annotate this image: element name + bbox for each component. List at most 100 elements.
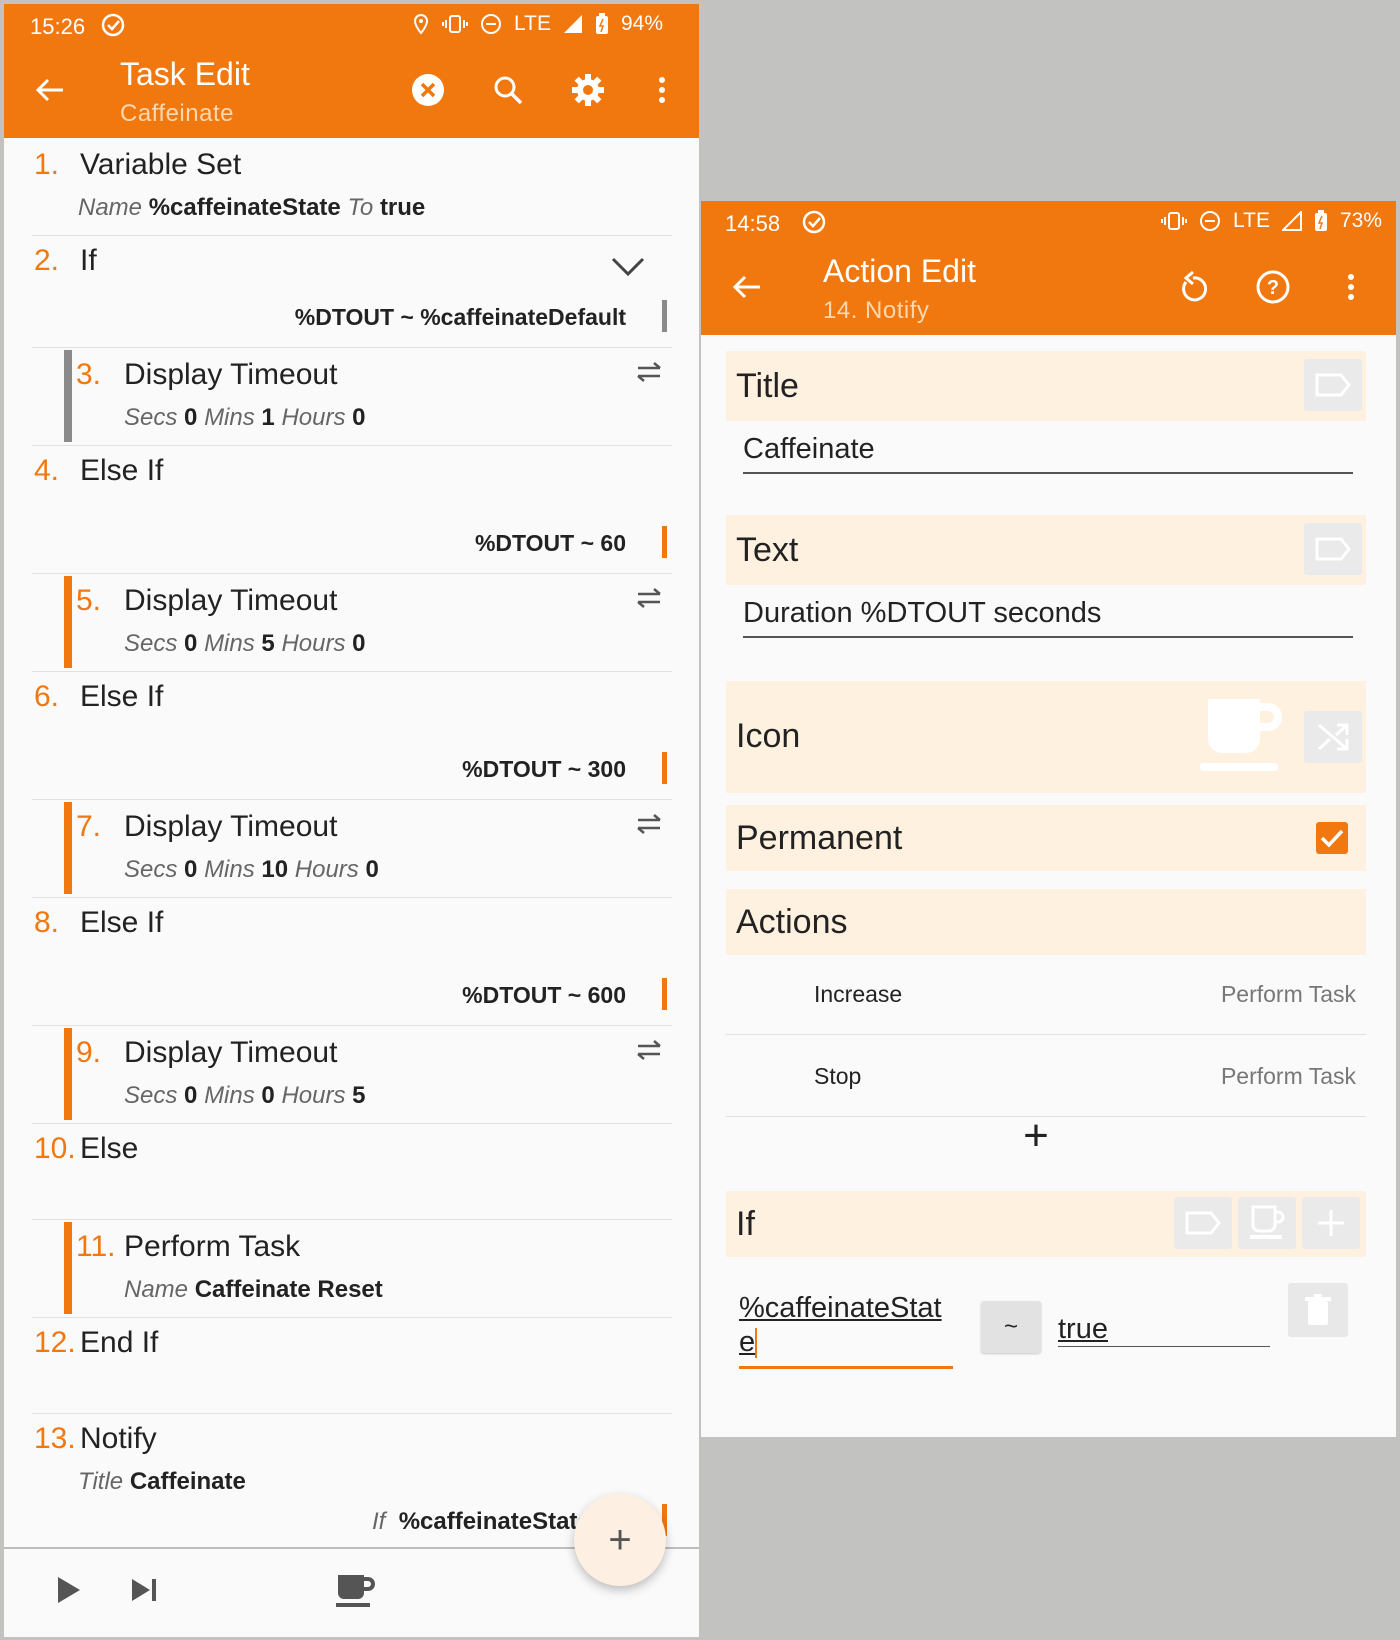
add-action-fab[interactable]: +: [574, 1494, 666, 1586]
action-args: Secs 0 Mins 0 Hours 5: [124, 1082, 366, 1109]
title-field[interactable]: Caffeinate: [743, 433, 1353, 474]
swap-arrows-icon[interactable]: [634, 812, 664, 841]
undo-icon[interactable]: [1169, 263, 1217, 311]
list-item[interactable]: 6. Else If %DTOUT ~ 300: [4, 672, 672, 798]
list-item[interactable]: 11. Perform Task Name Caffeinate Reset: [4, 1220, 672, 1316]
coffee-cup-icon: [1250, 1205, 1285, 1239]
nest-indicator: [64, 1222, 72, 1314]
toolbar-title: Task Edit: [120, 56, 250, 92]
list-item[interactable]: 7. Display Timeout Secs 0 Mins 10 Hours …: [4, 800, 672, 896]
battery-label: 73%: [1339, 209, 1382, 232]
location-icon: [413, 13, 429, 35]
list-item[interactable]: 4. Else If %DTOUT ~ 60: [4, 446, 672, 572]
shuffle-icon-button[interactable]: [1304, 711, 1362, 763]
help-icon[interactable]: ?: [1249, 263, 1297, 311]
label-tag-button[interactable]: [1174, 1197, 1232, 1249]
toolbar-subtitle: 14. Notify: [823, 297, 930, 324]
search-icon[interactable]: [484, 66, 532, 114]
label-icon: [1315, 537, 1351, 561]
vibrate-icon: [442, 15, 468, 33]
delete-condition-button[interactable]: [1288, 1283, 1348, 1337]
list-item[interactable]: 9. Display Timeout Secs 0 Mins 0 Hours 5: [4, 1026, 672, 1122]
step-icon[interactable]: [130, 1577, 158, 1608]
trash-icon: [1305, 1294, 1331, 1325]
condition-left-input[interactable]: %caffeinateStat e: [739, 1291, 953, 1369]
list-item[interactable]: 2. If %DTOUT ~ %caffeinateDefault: [4, 236, 672, 346]
label-tag-button[interactable]: [1304, 359, 1362, 411]
text-section: Text: [726, 515, 1366, 585]
swap-arrows-icon[interactable]: [634, 1038, 664, 1067]
coffee-cup-icon[interactable]: [1196, 693, 1286, 782]
action-number: 11.: [76, 1230, 116, 1263]
signal-icon: [1281, 211, 1302, 231]
action-name: Display Timeout: [124, 358, 338, 391]
list-item[interactable]: 5. Display Timeout Secs 0 Mins 5 Hours 0: [4, 574, 672, 670]
play-icon[interactable]: [56, 1575, 82, 1610]
list-item[interactable]: Stop Perform Task: [726, 1035, 1366, 1117]
list-item[interactable]: 3. Display Timeout Secs 0 Mins 1 Hours 0: [4, 348, 672, 444]
action-edit-screen: 14:58 LTE 73% Action Edit 14. Notify ? T…: [701, 201, 1396, 1437]
action-number: 7.: [76, 810, 102, 843]
list-item[interactable]: 10. Else: [4, 1124, 672, 1218]
condition-right-input[interactable]: true: [1058, 1313, 1270, 1347]
if-section: If: [726, 1191, 1366, 1257]
label-tag-button[interactable]: [1304, 523, 1362, 575]
shuffle-icon: [1317, 723, 1349, 751]
list-item[interactable]: Increase Perform Task: [726, 953, 1366, 1035]
condition-operator-button[interactable]: ~: [981, 1301, 1041, 1353]
network-label: LTE: [1233, 209, 1270, 232]
text-cursor: [755, 1328, 758, 1359]
coffee-cup-button[interactable]: [1238, 1197, 1296, 1249]
dnd-icon: [1200, 211, 1220, 231]
action-number: 13.: [34, 1422, 76, 1455]
action-number: 12.: [34, 1326, 76, 1359]
action-button-name: Increase: [814, 981, 903, 1007]
actions-label: Actions: [736, 903, 848, 941]
action-number: 5.: [76, 584, 102, 617]
vibrate-icon: [1161, 212, 1187, 230]
condition-marker: [662, 752, 667, 784]
action-button-task: Perform Task: [1220, 1063, 1356, 1089]
action-button-name: Stop: [814, 1063, 862, 1089]
back-arrow-icon[interactable]: [723, 263, 771, 311]
action-args: Secs 0 Mins 5 Hours 0: [124, 630, 366, 657]
svg-text:?: ?: [1267, 277, 1279, 299]
back-arrow-icon[interactable]: [26, 66, 74, 114]
condition-text: %DTOUT ~ 300: [462, 756, 626, 782]
list-item[interactable]: 13. Notify Title Caffeinate If %caffeina…: [4, 1414, 672, 1544]
swap-arrows-icon[interactable]: [634, 360, 664, 389]
action-name: Notify: [80, 1422, 157, 1455]
checkmark-icon: [1320, 829, 1344, 848]
status-icons: LTE 94%: [412, 12, 663, 36]
title-label: Title: [736, 367, 799, 405]
overflow-menu-icon[interactable]: [638, 66, 686, 114]
gear-icon[interactable]: [564, 66, 612, 114]
list-item[interactable]: 12. End If: [4, 1318, 672, 1412]
action-number: 2.: [34, 244, 60, 277]
collapse-chevron-icon[interactable]: [610, 256, 646, 283]
signal-icon: [563, 15, 582, 33]
list-item[interactable]: 1. Variable Set Name %caffeinateState To…: [4, 140, 672, 234]
status-time: 14:58: [725, 211, 781, 236]
list-item[interactable]: 8. Else If %DTOUT ~ 600: [4, 898, 672, 1024]
actions-section: Actions: [726, 889, 1366, 955]
swap-arrows-icon[interactable]: [634, 586, 664, 615]
overflow-menu-icon[interactable]: [1327, 263, 1375, 311]
text-field[interactable]: Duration %DTOUT seconds: [743, 597, 1353, 638]
condition-marker: [662, 300, 667, 332]
status-time: 15:26: [30, 14, 86, 39]
add-action-button[interactable]: +: [1011, 1111, 1061, 1161]
action-args: Name Caffeinate Reset: [124, 1276, 383, 1303]
action-args: Name %caffeinateState To true: [78, 194, 426, 221]
coffee-cup-icon[interactable]: [334, 1571, 376, 1616]
action-name: Else: [80, 1132, 139, 1165]
add-condition-button[interactable]: [1302, 1197, 1360, 1249]
label-icon: [1315, 373, 1351, 397]
action-number: 8.: [34, 906, 60, 939]
action-number: 3.: [76, 358, 102, 391]
action-number: 9.: [76, 1036, 102, 1069]
battery-icon: [1314, 210, 1327, 231]
condition-marker: [662, 526, 667, 558]
permanent-checkbox[interactable]: [1316, 822, 1348, 854]
cancel-icon[interactable]: [404, 66, 452, 114]
